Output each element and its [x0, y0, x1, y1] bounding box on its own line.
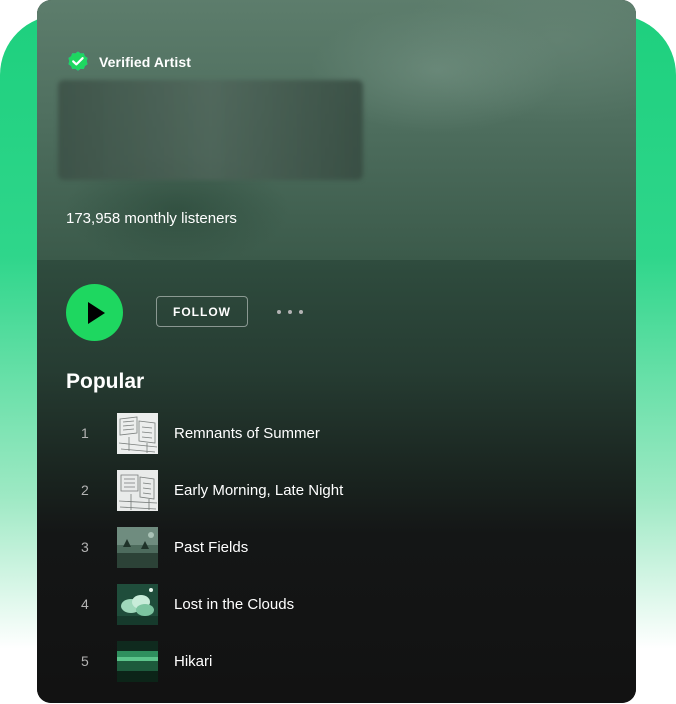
track-title: Hikari	[174, 653, 213, 670]
artist-card: Verified Artist 173,958 monthly listener…	[37, 0, 636, 703]
track-title: Lost in the Clouds	[174, 596, 295, 613]
album-art-sketch	[117, 470, 158, 511]
track-row[interactable]: 3 Past Fields	[37, 527, 636, 568]
verified-artist-label: Verified Artist	[99, 54, 192, 70]
popular-heading: Popular	[66, 370, 145, 393]
album-art-landscape	[117, 641, 158, 682]
play-icon	[88, 301, 105, 324]
track-title: Past Fields	[174, 539, 249, 556]
album-art-clouds	[117, 584, 158, 625]
track-title: Remnants of Summer	[174, 425, 320, 442]
album-art-field	[117, 527, 158, 568]
track-number: 2	[81, 482, 89, 498]
more-dot-icon	[288, 310, 292, 314]
track-row[interactable]: 2 Early Morning, Late Night	[37, 470, 636, 511]
more-dot-icon	[299, 310, 303, 314]
more-options-button[interactable]	[275, 302, 305, 322]
play-button[interactable]	[66, 284, 123, 341]
monthly-listeners: 173,958 monthly listeners	[66, 210, 237, 227]
track-title: Early Morning, Late Night	[174, 482, 344, 499]
more-dot-icon	[277, 310, 281, 314]
track-row[interactable]: 4 Lost in the Clouds	[37, 584, 636, 625]
artist-name-blurred	[58, 80, 363, 180]
track-number: 5	[81, 653, 89, 669]
track-row[interactable]: 5 Hikari	[37, 641, 636, 682]
verified-artist-badge: Verified Artist	[66, 50, 191, 74]
track-row[interactable]: 1 Remnants of Summer	[37, 413, 636, 454]
track-number: 3	[81, 539, 89, 555]
track-number: 4	[81, 596, 89, 612]
track-number: 1	[81, 425, 89, 441]
verified-check-icon	[68, 51, 88, 71]
album-art-sketch	[117, 413, 158, 454]
follow-button[interactable]: FOLLOW	[156, 296, 248, 327]
